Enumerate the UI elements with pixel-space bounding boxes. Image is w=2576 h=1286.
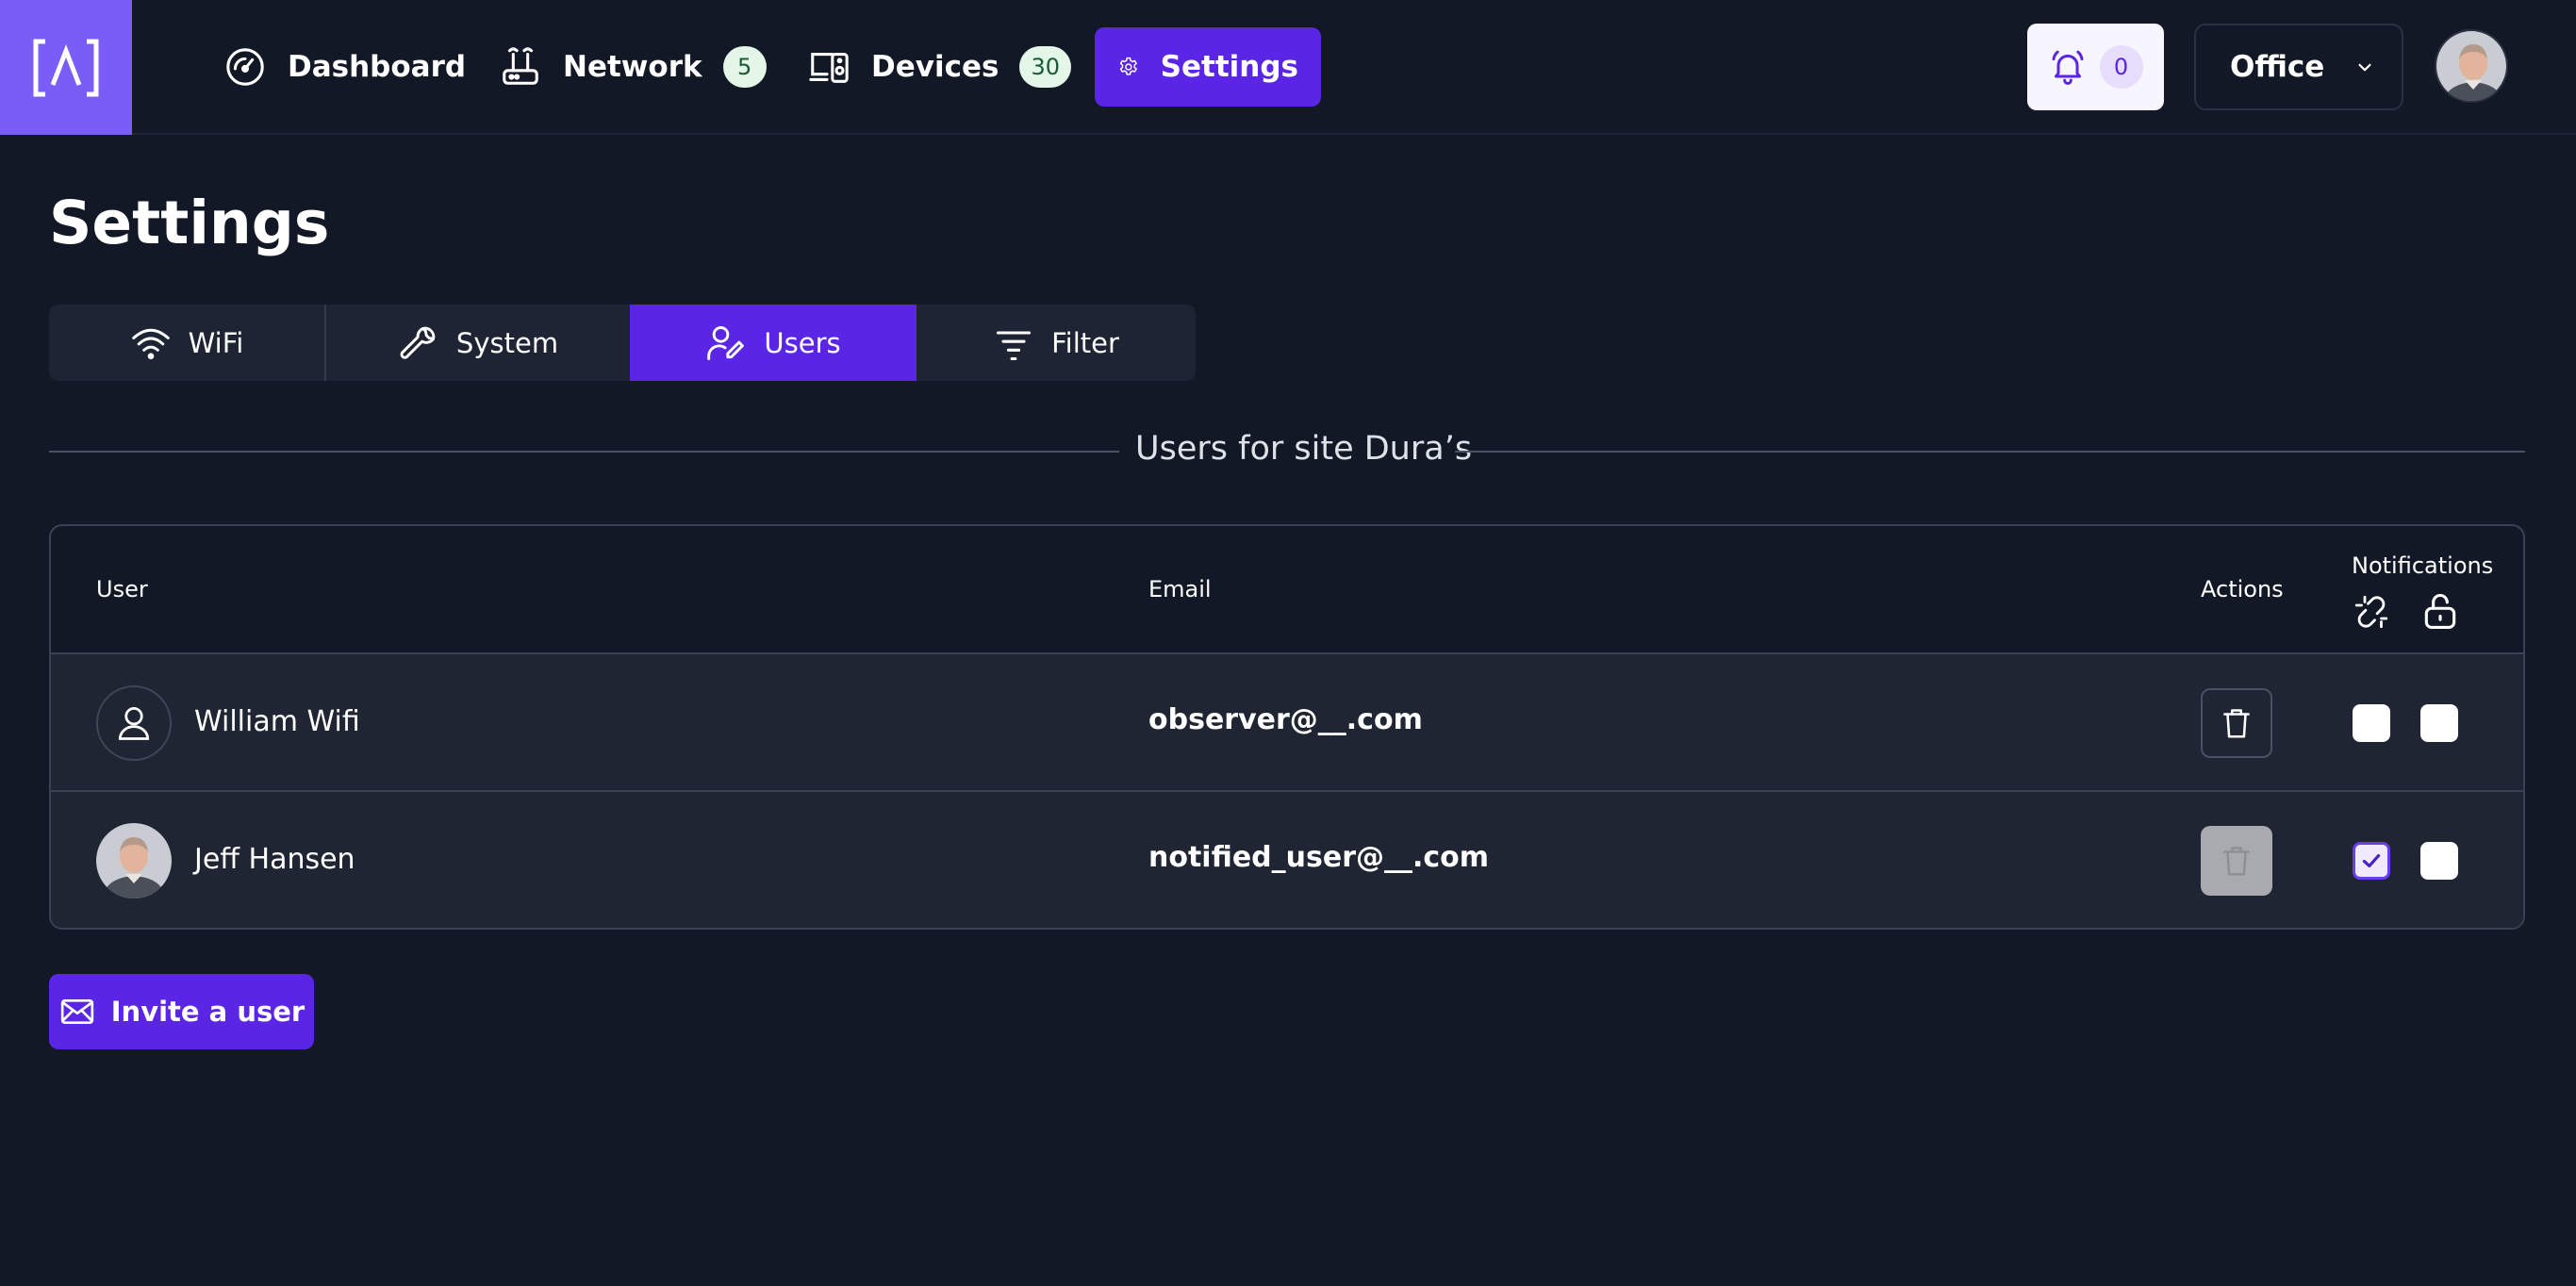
trash-icon (2223, 847, 2250, 876)
user-name: Jeff Hansen (194, 843, 355, 876)
user-email: notified_user@__.com (1148, 841, 1490, 874)
notify-link-checkbox-checked[interactable] (2353, 842, 2390, 880)
devices-count-badge: 30 (1019, 46, 1071, 88)
wrench-icon (400, 326, 436, 359)
site-selector-dropdown[interactable]: Office (2194, 24, 2403, 110)
delete-user-button[interactable] (2201, 688, 2272, 758)
header-email: Email (1148, 576, 1212, 602)
nav-devices-label: Devices (871, 50, 999, 84)
user-photo (96, 823, 172, 899)
app-logo[interactable] (0, 0, 132, 135)
user-photo (2436, 31, 2506, 101)
user-edit-icon (707, 325, 745, 360)
user-avatar-placeholder (96, 685, 172, 761)
header-actions: Actions (2201, 576, 2284, 602)
wifi-icon (131, 328, 170, 359)
notify-link-checkbox[interactable] (2353, 704, 2390, 742)
notifications-button[interactable]: 0 (2027, 24, 2164, 110)
page-title: Settings (49, 189, 330, 257)
notifications-count: 0 (2099, 45, 2143, 89)
nav-dashboard-label: Dashboard (288, 50, 467, 84)
speedometer-icon (226, 48, 264, 86)
router-icon (503, 47, 538, 85)
devices-icon (809, 53, 849, 83)
delete-user-button-disabled[interactable] (2201, 826, 2272, 896)
nav-dashboard[interactable]: Dashboard (201, 27, 488, 107)
settings-tabs: WiFi System Users Filter (49, 305, 1196, 381)
nav-devices[interactable]: Devices 30 (784, 27, 1094, 107)
nav-settings[interactable]: Settings (1095, 27, 1321, 107)
gear-icon (1119, 57, 1137, 75)
header-user: User (96, 576, 148, 602)
tab-filter[interactable]: Filter (916, 305, 1196, 381)
header-notifications: Notifications (2352, 552, 2494, 579)
tab-system-label: System (455, 326, 559, 359)
user-icon (118, 707, 150, 740)
tab-wifi-label: WiFi (188, 326, 244, 359)
site-selector-value: Office (2230, 50, 2325, 84)
chevron-down-icon (2358, 63, 2371, 72)
envelope-icon (60, 999, 93, 1024)
users-table: User Email Actions Notifications William… (49, 524, 2525, 930)
table-row: William Wifi observer@__.com (51, 654, 2523, 792)
tab-wifi[interactable]: WiFi (49, 305, 326, 381)
profile-avatar[interactable] (2435, 29, 2508, 103)
notify-unlock-checkbox[interactable] (2420, 842, 2458, 880)
trash-icon (2223, 709, 2250, 738)
nav-settings-label: Settings (1160, 50, 1298, 84)
nav-network[interactable]: Network 5 (476, 27, 789, 107)
unlock-icon (2424, 594, 2456, 629)
invite-user-label: Invite a user (110, 996, 305, 1028)
user-name: William Wifi (194, 705, 360, 738)
tab-users-label: Users (764, 326, 841, 359)
network-count-badge: 5 (722, 46, 767, 88)
top-navigation-bar: Dashboard Network 5 Devices 30 Settings … (0, 0, 2576, 135)
filter-icon (997, 330, 1032, 360)
tab-filter-label: Filter (1051, 326, 1119, 359)
logo-icon (33, 39, 99, 96)
section-title: Users for site Dura’s (1135, 430, 1473, 468)
section-divider-left (49, 451, 1119, 453)
table-header: User Email Actions Notifications (51, 526, 2523, 654)
tab-system[interactable]: System (326, 305, 630, 381)
section-divider-right (1455, 451, 2525, 453)
broken-link-icon (2354, 595, 2388, 629)
bell-ringing-icon (2052, 50, 2083, 85)
notify-unlock-checkbox[interactable] (2420, 704, 2458, 742)
user-email: observer@__.com (1148, 703, 1423, 736)
table-row: Jeff Hansen notified_user@__.com (51, 792, 2523, 928)
user-avatar (96, 823, 172, 899)
tab-users[interactable]: Users (630, 305, 916, 381)
nav-network-label: Network (563, 50, 702, 84)
invite-user-button[interactable]: Invite a user (49, 974, 314, 1049)
checkmark-icon (2362, 853, 2381, 868)
